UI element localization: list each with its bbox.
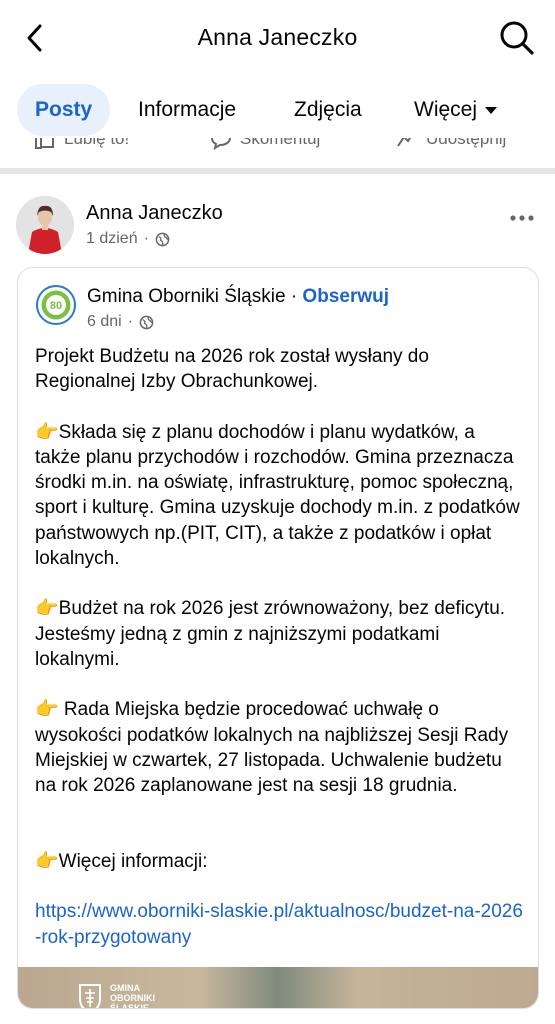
search-icon (500, 21, 534, 55)
meta-separator: · (143, 230, 149, 247)
tab-more[interactable]: Więcej (414, 84, 498, 136)
shared-page-name[interactable]: Gmina Oborniki Śląskie (87, 286, 286, 307)
previous-post-actions: Lubię to! Skomentuj Udostępnij (0, 138, 555, 166)
feed-divider (0, 168, 555, 174)
comment-icon (210, 138, 232, 150)
shared-page-header: Gmina Oborniki Śląskie · Obserwuj (87, 286, 389, 308)
globe-icon (139, 315, 154, 329)
post-time[interactable]: 1 dzień (86, 230, 138, 248)
share-label: Udostępnij (426, 138, 507, 148)
town-logo: GMINA OBORNIKI ŚLĄSKIE (78, 983, 155, 1009)
town-logo-text: GMINA OBORNIKI ŚLĄSKIE (110, 983, 155, 1009)
author-avatar[interactable] (16, 196, 74, 254)
more-info-paragraph: 👉Więcej informacji: https://www.oborniki… (35, 823, 525, 949)
post-options-button[interactable] (509, 202, 535, 228)
profile-tabs: Posty Informacje Zdjęcia Więcej (0, 84, 555, 138)
thumbs-up-icon (35, 138, 54, 149)
like-label: Lubię to! (64, 138, 130, 148)
more-info-label: 👉Więcej informacji: (35, 850, 208, 872)
tab-more-label: Więcej (414, 98, 478, 121)
post-paragraph: 👉Składa się z planu dochodów i planu wyd… (35, 421, 520, 570)
comment-label: Skomentuj (240, 138, 321, 148)
shared-meta-separator: · (127, 313, 134, 330)
page-avatar[interactable]: 80 (36, 285, 76, 325)
post-author[interactable]: Anna Janeczko (86, 202, 223, 225)
tab-info[interactable]: Informacje (138, 84, 236, 136)
shared-post-time[interactable]: 6 dni (87, 313, 122, 331)
post-image[interactable]: GMINA OBORNIKI ŚLĄSKIE (18, 967, 538, 1009)
shared-post-text: Projekt Budżetu na 2026 rok został wysła… (35, 344, 525, 950)
coat-of-arms-icon (79, 984, 101, 1008)
more-horizontal-icon (510, 215, 534, 221)
search-button[interactable] (497, 18, 537, 58)
tab-photos[interactable]: Zdjęcia (294, 84, 362, 136)
share-button[interactable]: Udostępnij (396, 138, 506, 150)
avatar-image (16, 196, 74, 254)
follow-button[interactable]: Obserwuj (302, 286, 389, 307)
shared-post-meta: 6 dni · (87, 313, 154, 331)
gmina-logo-icon: 80 (36, 285, 76, 325)
shared-post-card[interactable]: 80 Gmina Oborniki Śląskie · Obserwuj 6 d… (17, 267, 539, 1009)
tab-posts[interactable]: Posty (17, 84, 111, 136)
share-icon (397, 138, 412, 147)
post-meta: 1 dzień · (86, 230, 170, 248)
globe-icon (155, 232, 170, 246)
top-app-bar: Anna Janeczko (0, 0, 555, 76)
post-paragraph: 👉 Rada Miejska będzie procedować uchwałę… (35, 699, 509, 797)
caret-down-icon (485, 106, 498, 114)
post-paragraph: 👉Budżet na rok 2026 jest zrównoważony, b… (35, 598, 506, 670)
name-separator: · (290, 286, 298, 307)
more-info-link[interactable]: https://www.oborniki-slaskie.pl/aktualno… (35, 901, 523, 947)
like-button[interactable]: Lubię to! (34, 138, 129, 150)
page-title: Anna Janeczko (197, 24, 358, 50)
comment-button[interactable]: Skomentuj (210, 138, 320, 150)
svg-text:80: 80 (50, 300, 62, 312)
post-paragraph: Projekt Budżetu na 2026 rok został wysła… (35, 346, 429, 393)
